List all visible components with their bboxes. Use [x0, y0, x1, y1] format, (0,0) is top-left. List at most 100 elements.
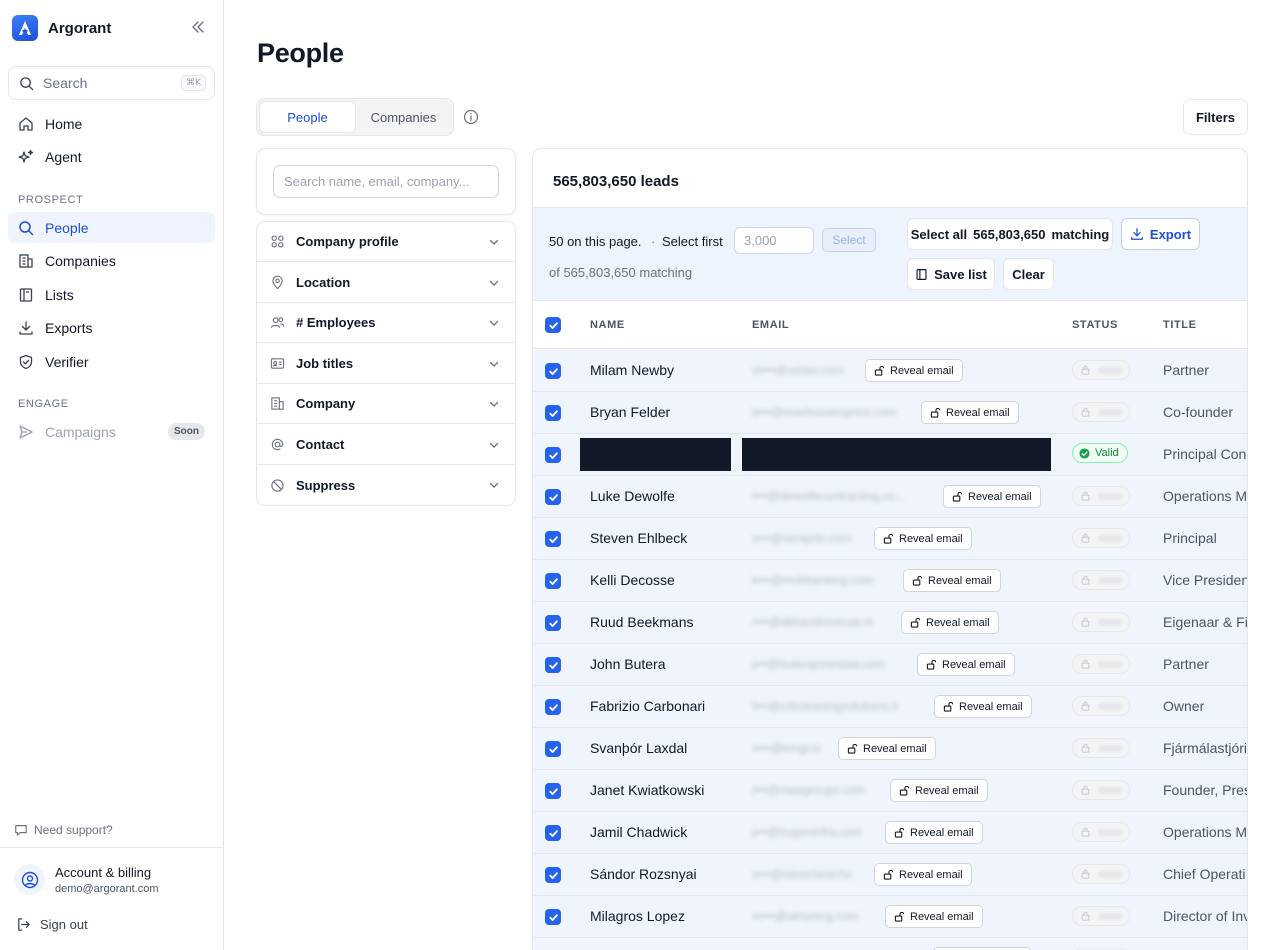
reveal-email-button[interactable]: Reveal email	[901, 611, 999, 634]
table-row[interactable]: Milam Newby m•••@vetaw.com Reveal email Par…	[533, 350, 1247, 392]
table-row[interactable]: Bryan Felder b•••@maxhousesprice.com Revea…	[533, 392, 1247, 434]
filter-job-titles[interactable]: Job titles	[257, 344, 515, 384]
account-billing[interactable]: Account & billing demo@argorant.com	[14, 864, 159, 895]
column-header-title[interactable]: TITLE	[1163, 319, 1197, 331]
cell-name: Janet Kwiatkowski	[590, 782, 705, 798]
table-row[interactable]: Sándor Rozsnyai s•••@neverland.hu Reveal e…	[533, 854, 1247, 896]
sidebar-item-home[interactable]: Home	[8, 108, 215, 139]
reveal-email-button[interactable]: Reveal email	[865, 359, 963, 382]
collapse-sidebar-icon[interactable]	[190, 19, 208, 37]
row-checkbox[interactable]	[545, 825, 561, 841]
row-checkbox[interactable]	[545, 741, 561, 757]
save-list-button[interactable]: Save list	[907, 258, 995, 290]
tab-people[interactable]: People	[259, 101, 356, 133]
reveal-email-button[interactable]: Reveal email	[838, 737, 936, 760]
column-header-status[interactable]: STATUS	[1072, 319, 1118, 331]
table-row[interactable]: Janet Kwiatkowski j•••@maegroups.com Revea…	[533, 770, 1247, 812]
check-icon	[548, 787, 558, 795]
row-checkbox[interactable]	[545, 489, 561, 505]
filter-suppress[interactable]: Suppress	[257, 465, 515, 505]
lock-icon	[1081, 785, 1090, 795]
table-row[interactable]: Valid Principal Con	[533, 434, 1247, 476]
unlock-icon	[930, 407, 941, 418]
sidebar-item-verifier[interactable]: Verifier	[8, 346, 215, 377]
sidebar-search[interactable]: Search ⌘K	[8, 66, 215, 100]
reveal-email-button[interactable]: Reveal email	[885, 821, 983, 844]
table-row[interactable]: Steven Ehlbeck s•••@serapds.com Reveal ema…	[533, 518, 1247, 560]
column-header-email[interactable]: EMAIL	[752, 319, 789, 331]
reveal-email-button[interactable]: Reveal email	[917, 653, 1015, 676]
row-checkbox[interactable]	[545, 447, 561, 463]
sidebar-item-campaigns[interactable]: Campaigns Soon	[8, 416, 215, 447]
reveal-email-button[interactable]: Reveal email	[903, 569, 1001, 592]
status-locked-badge	[1072, 402, 1130, 422]
filter-location[interactable]: Location	[257, 263, 515, 303]
tab-companies[interactable]: Companies	[356, 101, 451, 133]
table-row[interactable]: Jamil Chadwick j•••@hugeninfra.com Reveal …	[533, 812, 1247, 854]
reveal-email-button[interactable]: Reveal email	[874, 527, 972, 550]
table-row[interactable]: John Butera j•••@buterajoneslaw.com Reveal…	[533, 644, 1247, 686]
table-header: NAME EMAIL STATUS TITLE	[533, 301, 1247, 349]
row-checkbox[interactable]	[545, 657, 561, 673]
filter-search-input[interactable]	[273, 165, 499, 198]
table-row[interactable]: Reveal email	[533, 938, 1247, 950]
select-all-checkbox[interactable]	[545, 317, 561, 333]
reveal-email-button[interactable]: Reveal email	[921, 401, 1019, 424]
sidebar-item-agent[interactable]: Agent	[8, 141, 215, 172]
column-header-name[interactable]: NAME	[590, 319, 625, 331]
sidebar-item-exports[interactable]: Exports	[8, 312, 215, 343]
cell-email-masked: m•••@atriumcg.com	[752, 909, 859, 923]
row-checkbox[interactable]	[545, 531, 561, 547]
info-icon[interactable]	[463, 109, 479, 125]
sidebar-item-people[interactable]: People	[8, 212, 215, 243]
reveal-email-button[interactable]: Reveal email	[890, 779, 988, 802]
row-checkbox[interactable]	[545, 867, 561, 883]
select-button[interactable]: Select	[822, 228, 876, 252]
check-icon	[548, 745, 558, 753]
reveal-email-button[interactable]: Reveal email	[934, 695, 1032, 718]
select-all-button[interactable]: Select all 565,803,650 matching	[907, 218, 1113, 250]
sidebar-item-label: Exports	[45, 319, 93, 336]
filter-contact[interactable]: Contact	[257, 425, 515, 465]
row-checkbox[interactable]	[545, 699, 561, 715]
row-checkbox[interactable]	[545, 909, 561, 925]
row-checkbox[interactable]	[545, 405, 561, 421]
table-row[interactable]: Luke Dewolfe l•••@dewolfecontracting.co..…	[533, 476, 1247, 518]
table-row[interactable]: Fabrizio Carbonari f•••@crbcleaningsoluti…	[533, 686, 1247, 728]
filter-list: Company profile Location # Employees Job…	[256, 221, 516, 506]
status-valid-label: Valid	[1095, 447, 1119, 459]
support-link[interactable]: Need support?	[14, 823, 113, 837]
filter-company-profile[interactable]: Company profile	[257, 222, 515, 262]
reveal-email-label: Reveal email	[890, 364, 954, 377]
search-icon	[19, 220, 34, 235]
reveal-email-button[interactable]: Reveal email	[874, 863, 972, 886]
table-row[interactable]: Svanþór Laxdal s•••@tengi.is Reveal email F…	[533, 728, 1247, 770]
status-blur	[1098, 870, 1122, 878]
select-first-input[interactable]	[734, 227, 814, 254]
filters-button[interactable]: Filters	[1183, 99, 1248, 135]
cell-email-masked: j•••@hugeninfra.com	[752, 825, 863, 839]
status-locked-badge	[1072, 570, 1130, 590]
sidebar-item-lists[interactable]: Lists	[8, 279, 215, 310]
sign-out-button[interactable]: Sign out	[16, 917, 88, 932]
reveal-email-button[interactable]: Reveal email	[943, 485, 1041, 508]
table-row[interactable]: Milagros Lopez m•••@atriumcg.com Reveal em…	[533, 896, 1247, 938]
export-button[interactable]: Export	[1121, 218, 1200, 250]
row-checkbox[interactable]	[545, 573, 561, 589]
sidebar-item-companies[interactable]: Companies	[8, 245, 215, 276]
table-row[interactable]: Kelli Decosse k•••@mvbbanking.com Reveal e…	[533, 560, 1247, 602]
filter-employees[interactable]: # Employees	[257, 303, 515, 343]
reveal-email-button[interactable]: Reveal email	[885, 905, 983, 928]
row-checkbox[interactable]	[545, 783, 561, 799]
lock-icon	[1081, 701, 1090, 711]
brand[interactable]: Argorant	[12, 15, 111, 41]
select-all-count: 565,803,650	[973, 226, 1046, 242]
row-checkbox[interactable]	[545, 363, 561, 379]
table-row[interactable]: Ruud Beekmans r•••@dkbaudiovisual.nl Revea…	[533, 602, 1247, 644]
filter-label: Location	[296, 275, 351, 290]
status-blur	[1098, 492, 1122, 500]
cell-name: Fabrizio Carbonari	[590, 698, 706, 714]
filter-company[interactable]: Company	[257, 384, 515, 424]
row-checkbox[interactable]	[545, 615, 561, 631]
clear-button[interactable]: Clear	[1003, 258, 1054, 290]
